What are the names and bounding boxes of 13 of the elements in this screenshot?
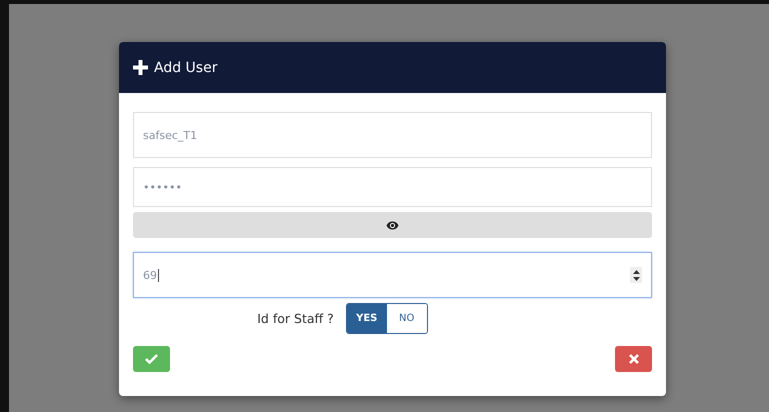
- confirm-button[interactable]: [133, 346, 170, 372]
- plus-icon: [133, 60, 148, 75]
- dialog-title: Add User: [154, 60, 218, 76]
- staff-label: Id for Staff ?: [257, 311, 334, 326]
- close-icon: [628, 354, 638, 364]
- check-icon: [145, 354, 158, 364]
- cancel-button[interactable]: [615, 346, 652, 372]
- number-field[interactable]: 69: [133, 252, 652, 298]
- eye-icon: [386, 220, 399, 230]
- toggle-option[interactable]: YES: [346, 304, 387, 333]
- password-field[interactable]: ••••••: [133, 167, 652, 207]
- spinner-icon[interactable]: [630, 267, 642, 283]
- username-field[interactable]: safsec_T1: [133, 112, 652, 158]
